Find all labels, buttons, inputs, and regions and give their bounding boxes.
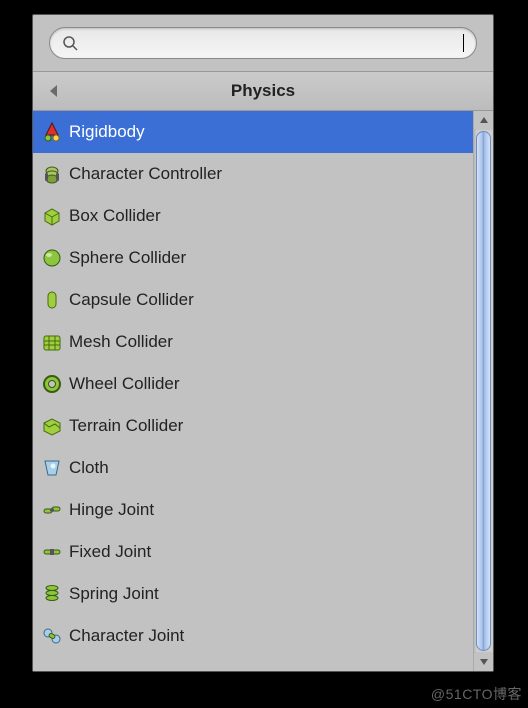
character-joint-icon bbox=[39, 623, 65, 649]
list-item-character-controller[interactable]: Character Controller bbox=[33, 153, 473, 195]
list-area: Rigidbody Character Controller Box Collide… bbox=[33, 111, 493, 671]
list-item-label: Rigidbody bbox=[69, 122, 145, 142]
hinge-joint-icon bbox=[39, 497, 65, 523]
list-item-label: Spring Joint bbox=[69, 584, 159, 604]
list-item-label: Cloth bbox=[69, 458, 109, 478]
back-button[interactable] bbox=[47, 84, 61, 98]
list-item-label: Fixed Joint bbox=[69, 542, 151, 562]
fixed-joint-icon bbox=[39, 539, 65, 565]
search-box[interactable] bbox=[49, 27, 477, 59]
rigidbody-icon bbox=[39, 119, 65, 145]
list-item-label: Character Joint bbox=[69, 626, 184, 646]
search-icon bbox=[62, 35, 78, 51]
capsule-collider-icon bbox=[39, 287, 65, 313]
list-item-hinge-joint[interactable]: Hinge Joint bbox=[33, 489, 473, 531]
sphere-collider-icon bbox=[39, 245, 65, 271]
search-input[interactable] bbox=[84, 35, 465, 52]
list-item-fixed-joint[interactable]: Fixed Joint bbox=[33, 531, 473, 573]
list-item-label: Sphere Collider bbox=[69, 248, 186, 268]
search-area bbox=[33, 15, 493, 71]
chevron-left-icon bbox=[47, 84, 61, 98]
character-controller-icon bbox=[39, 161, 65, 187]
list-item-label: Mesh Collider bbox=[69, 332, 173, 352]
list-item-wheel-collider[interactable]: Wheel Collider bbox=[33, 363, 473, 405]
list-item-sphere-collider[interactable]: Sphere Collider bbox=[33, 237, 473, 279]
list-item-mesh-collider[interactable]: Mesh Collider bbox=[33, 321, 473, 363]
list-item-label: Capsule Collider bbox=[69, 290, 194, 310]
spring-joint-icon bbox=[39, 581, 65, 607]
wheel-collider-icon bbox=[39, 371, 65, 397]
scrollbar[interactable] bbox=[473, 111, 493, 671]
list-item-label: Box Collider bbox=[69, 206, 161, 226]
list-item-label: Hinge Joint bbox=[69, 500, 154, 520]
list-item-cloth[interactable]: Cloth bbox=[33, 447, 473, 489]
list-item-capsule-collider[interactable]: Capsule Collider bbox=[33, 279, 473, 321]
text-cursor bbox=[463, 34, 464, 52]
terrain-collider-icon bbox=[39, 413, 65, 439]
list-item-character-joint[interactable]: Character Joint bbox=[33, 615, 473, 657]
component-add-panel: Physics Rigidbody Character Controller Box… bbox=[32, 14, 494, 672]
component-list: Rigidbody Character Controller Box Collide… bbox=[33, 111, 473, 671]
scroll-up-button[interactable] bbox=[474, 111, 493, 129]
list-item-label: Wheel Collider bbox=[69, 374, 180, 394]
scroll-thumb[interactable] bbox=[476, 131, 491, 651]
mesh-collider-icon bbox=[39, 329, 65, 355]
list-item-label: Character Controller bbox=[69, 164, 222, 184]
cloth-icon bbox=[39, 455, 65, 481]
list-item-label: Terrain Collider bbox=[69, 416, 183, 436]
box-collider-icon bbox=[39, 203, 65, 229]
category-header: Physics bbox=[33, 71, 493, 111]
scroll-down-button[interactable] bbox=[474, 653, 493, 671]
list-item-spring-joint[interactable]: Spring Joint bbox=[33, 573, 473, 615]
watermark: @51CTO博客 bbox=[431, 684, 522, 704]
list-item-rigidbody[interactable]: Rigidbody bbox=[33, 111, 473, 153]
category-title: Physics bbox=[33, 81, 493, 101]
scroll-track[interactable] bbox=[474, 129, 493, 653]
list-item-terrain-collider[interactable]: Terrain Collider bbox=[33, 405, 473, 447]
list-item-box-collider[interactable]: Box Collider bbox=[33, 195, 473, 237]
